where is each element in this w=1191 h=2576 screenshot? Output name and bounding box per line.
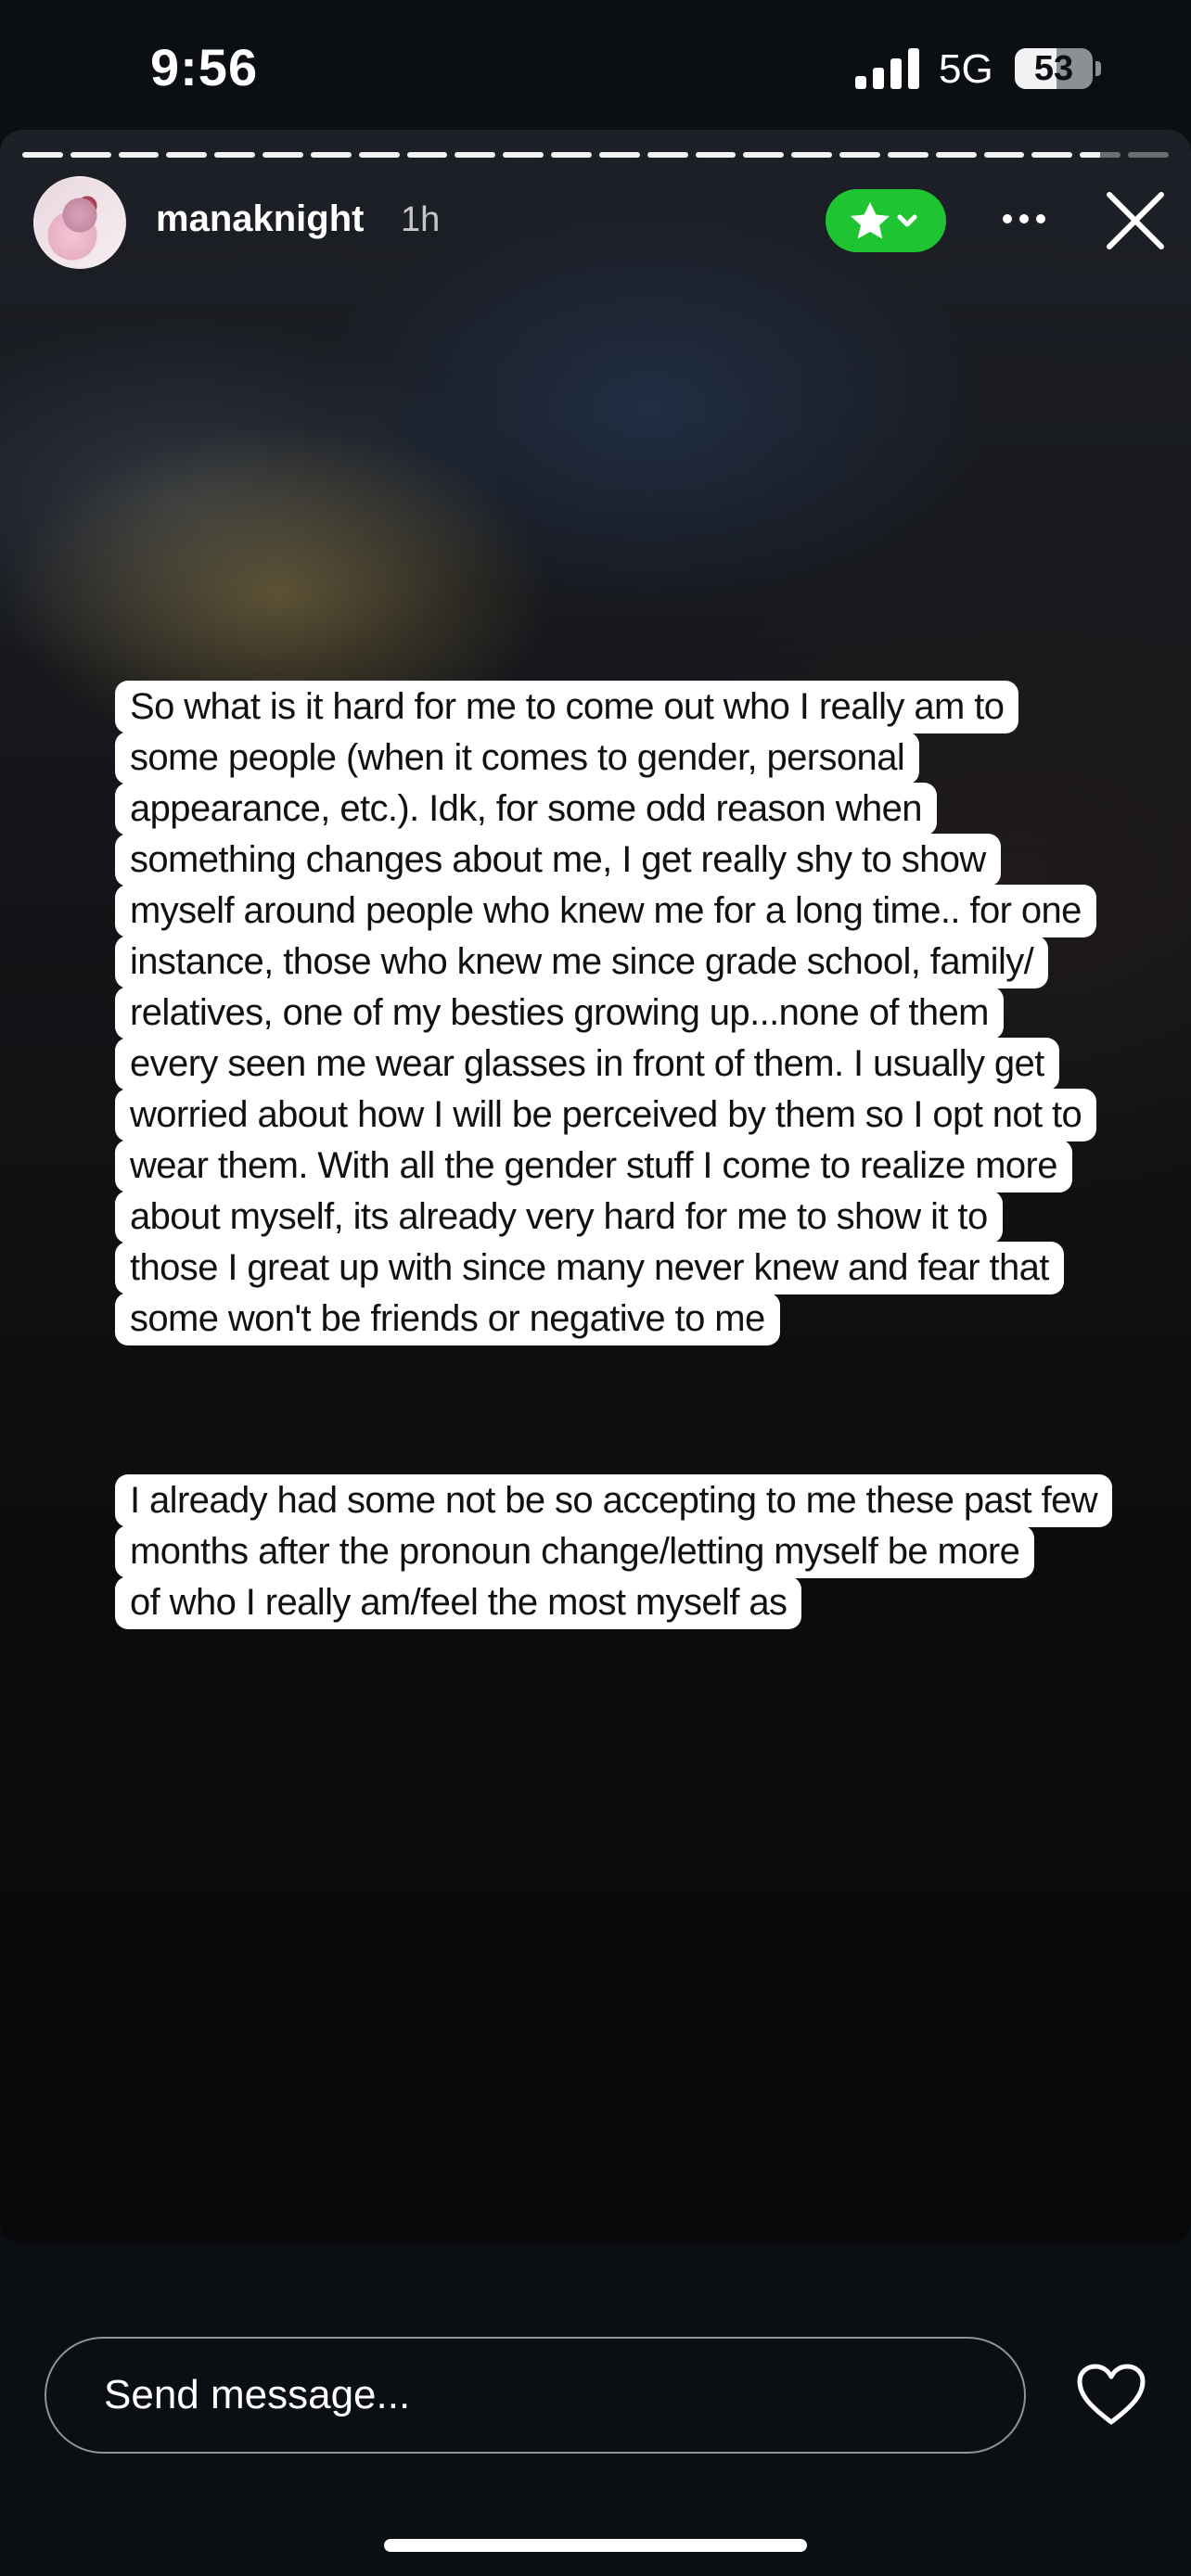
progress-segment — [983, 152, 1025, 158]
progress-segment — [598, 152, 640, 158]
post-time: 1h — [401, 200, 441, 239]
progress-segment — [1128, 152, 1169, 158]
story-text-line: months after the pronoun change/letting … — [115, 1525, 1035, 1578]
story-text-line: some people (when it comes to gender, pe… — [115, 732, 920, 784]
progress-segment — [887, 152, 928, 158]
progress-segment — [118, 152, 160, 158]
battery-level: 53 — [1033, 49, 1074, 88]
send-message-input[interactable] — [45, 2337, 1026, 2454]
progress-segment — [1080, 152, 1121, 158]
progress-segment — [647, 152, 688, 158]
progress-segment — [503, 152, 544, 158]
status-time: 9:56 — [150, 38, 259, 96]
progress-segment — [743, 152, 785, 158]
progress-segment — [263, 152, 303, 158]
story-text-line: appearance, etc.). Idk, for some odd rea… — [115, 783, 937, 835]
progress-segment — [695, 152, 736, 158]
heart-icon[interactable] — [1076, 2363, 1146, 2428]
close-friends-badge[interactable] — [826, 189, 946, 252]
status-bar: 9:56 5G 53 — [0, 0, 1191, 130]
progress-segment — [166, 152, 208, 158]
story-text-line: myself around people who knew me for a l… — [115, 885, 1096, 937]
story-text-line: those I great up with since many never k… — [115, 1242, 1064, 1294]
close-icon[interactable] — [1104, 189, 1167, 252]
story-text-line: some won't be friends or negative to me — [115, 1293, 780, 1345]
chevron-down-icon — [897, 214, 917, 227]
progress-segment — [310, 152, 352, 158]
story-text-line: relatives, one of my besties growing up.… — [115, 987, 1004, 1039]
story-header: manaknight 1h — [0, 176, 1191, 269]
star-icon — [851, 202, 890, 239]
story-text-block: I already had some not be so accepting t… — [115, 1474, 1113, 1629]
story-text-line: wear them. With all the gender stuff I c… — [115, 1140, 1072, 1192]
progress-segment — [839, 152, 880, 158]
story-text-line: instance, those who knew me since grade … — [115, 936, 1049, 988]
progress-segment — [406, 152, 448, 158]
cellular-signal-icon — [855, 48, 919, 89]
story-progress-bar — [22, 152, 1169, 158]
progress-segment — [1031, 152, 1073, 158]
home-indicator — [384, 2539, 807, 2552]
battery-icon: 53 — [1015, 48, 1102, 89]
network-type: 5G — [939, 46, 993, 92]
username[interactable]: manaknight — [156, 198, 364, 240]
progress-segment — [22, 152, 63, 158]
story-text-line: something changes about me, I get really… — [115, 834, 1001, 886]
progress-segment — [455, 152, 496, 158]
progress-segment — [551, 152, 592, 158]
progress-segment — [70, 152, 111, 158]
story-text-line: So what is it hard for me to come out wh… — [115, 681, 1019, 733]
story-text-line: every seen me wear glasses in front of t… — [115, 1038, 1059, 1090]
story-text-line: worried about how I will be perceived by… — [115, 1089, 1097, 1141]
avatar[interactable] — [33, 176, 126, 269]
more-options-icon[interactable] — [998, 193, 1050, 245]
progress-segment — [791, 152, 833, 158]
progress-segment — [935, 152, 977, 158]
progress-segment — [214, 152, 256, 158]
story-text-line: about myself, its already very hard for … — [115, 1191, 1003, 1243]
progress-segment — [358, 152, 400, 158]
story-text-line: I already had some not be so accepting t… — [115, 1474, 1113, 1527]
story-text-block: So what is it hard for me to come out wh… — [115, 681, 1097, 1345]
story-text-line: of who I really am/feel the most myself … — [115, 1576, 802, 1629]
